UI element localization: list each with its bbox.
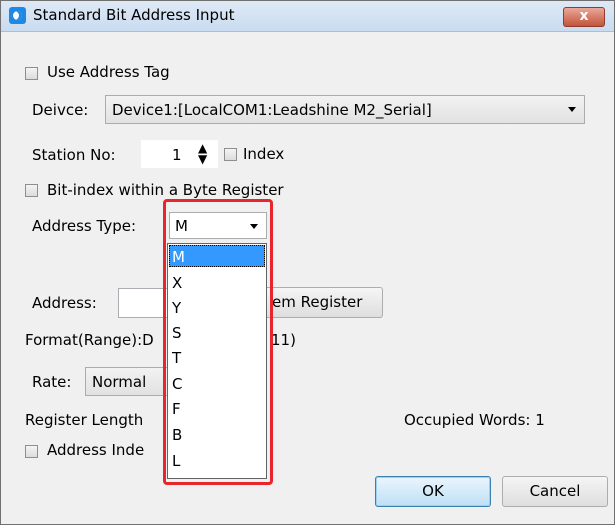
device-value: Device1:[LocalCOM1:Leadshine M2_Serial] bbox=[112, 101, 432, 119]
system-register-label: em Register bbox=[272, 293, 363, 311]
occupied-words-label: Occupied Words: 1 bbox=[404, 411, 545, 429]
address-index-label: Address Inde bbox=[47, 441, 145, 459]
ok-button[interactable]: OK bbox=[375, 476, 491, 507]
dialog-window: Standard Bit Address Input x Use Address… bbox=[0, 0, 615, 525]
address-index-checkbox[interactable] bbox=[25, 445, 38, 458]
highlight-annotation bbox=[163, 199, 273, 485]
title-bar: Standard Bit Address Input x bbox=[1, 1, 614, 32]
format-range-value: 11) bbox=[271, 331, 296, 349]
index-checkbox[interactable] bbox=[224, 148, 237, 161]
cancel-button[interactable]: Cancel bbox=[502, 476, 608, 507]
device-combobox[interactable]: Device1:[LocalCOM1:Leadshine M2_Serial] bbox=[105, 95, 585, 124]
index-label: Index bbox=[243, 145, 285, 163]
bit-index-label: Bit-index within a Byte Register bbox=[47, 181, 284, 199]
address-type-label: Address Type: bbox=[32, 217, 137, 235]
register-length-label: Register Length bbox=[25, 411, 144, 429]
cancel-label: Cancel bbox=[529, 482, 581, 500]
address-label: Address: bbox=[32, 294, 97, 312]
rate-label: Rate: bbox=[32, 373, 72, 391]
ok-label: OK bbox=[422, 482, 444, 500]
station-no-label: Station No: bbox=[32, 146, 116, 164]
app-icon bbox=[9, 7, 26, 24]
rate-value: Normal bbox=[92, 373, 147, 391]
chevron-down-icon bbox=[568, 107, 576, 112]
station-no-spinner[interactable]: 1 ▲ ▼ bbox=[141, 140, 218, 168]
spinner-arrows-icon[interactable]: ▲ ▼ bbox=[198, 142, 207, 165]
use-address-tag-label: Use Address Tag bbox=[47, 63, 170, 81]
format-range-label: Format(Range):D bbox=[25, 331, 154, 349]
station-no-value: 1 bbox=[172, 146, 182, 164]
use-address-tag-checkbox[interactable] bbox=[25, 67, 38, 80]
device-label: Deivce: bbox=[32, 101, 89, 119]
bit-index-checkbox[interactable] bbox=[25, 184, 38, 197]
close-button[interactable]: x bbox=[563, 7, 605, 27]
window-title: Standard Bit Address Input bbox=[33, 6, 235, 24]
